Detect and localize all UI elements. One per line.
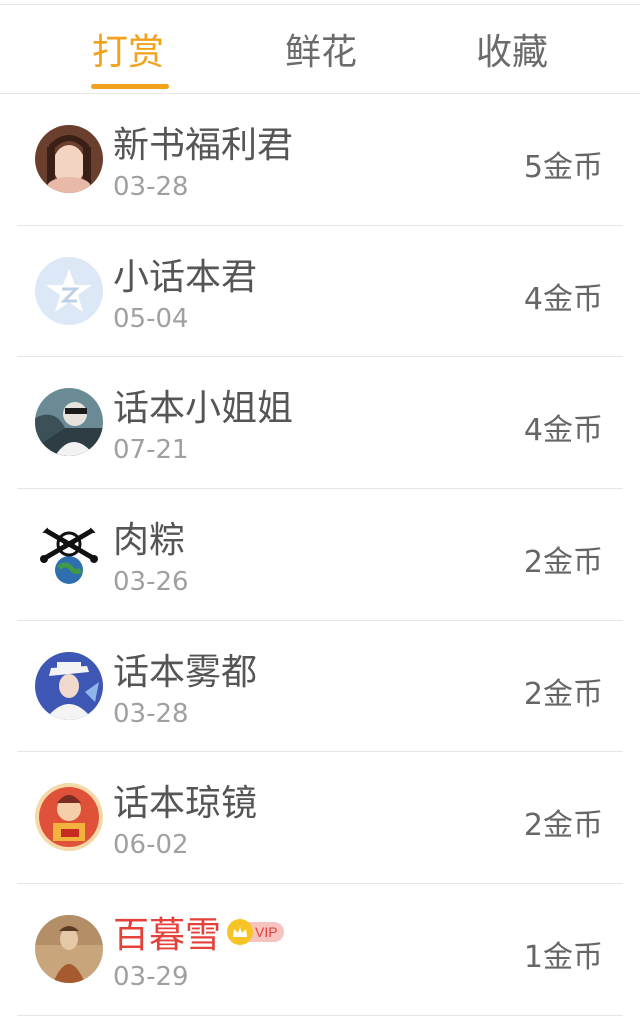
user-name: 话本琼镜 xyxy=(113,783,258,825)
coin-amount: 2金币 xyxy=(523,545,603,581)
tab-flowers-label: 鲜花 xyxy=(284,32,357,73)
qq-star-avatar-icon xyxy=(35,256,103,325)
avatar[interactable] xyxy=(35,125,103,193)
coin-amount: 2金币 xyxy=(523,676,603,712)
tab-favorites[interactable]: 收藏 xyxy=(427,5,640,93)
avatar[interactable] xyxy=(35,651,103,720)
reward-list: 新书福利君 03-28 5金币 小话本君 05-04 4金币 话本小姐姐 07-… xyxy=(0,94,640,1016)
avatar[interactable] xyxy=(35,783,103,852)
list-item[interactable]: 新书福利君 03-28 5金币 xyxy=(17,94,623,226)
painting-avatar-icon xyxy=(35,915,103,984)
girl-photo-avatar-icon xyxy=(35,125,103,193)
vip-badge: VIP xyxy=(227,919,284,946)
avatar[interactable] xyxy=(35,256,103,325)
user-name: 新书福利君 xyxy=(113,125,294,166)
crown-icon xyxy=(227,919,254,946)
car-photo-avatar-icon xyxy=(35,388,103,457)
user-name: 百暮雪 VIP xyxy=(113,906,284,958)
reward-date: 05-04 xyxy=(113,303,189,334)
tab-reward-label: 打赏 xyxy=(92,32,165,73)
user-name: 小话本君 xyxy=(113,256,258,298)
tab-flowers[interactable]: 鲜花 xyxy=(213,5,426,93)
anime-avatar-icon xyxy=(35,651,103,720)
list-item[interactable]: 话本琼镜 06-02 2金币 xyxy=(17,752,623,885)
list-item[interactable]: 肉粽 03-26 2金币 xyxy=(17,489,623,621)
list-item[interactable]: 百暮雪 VIP 03-29 1金币 xyxy=(17,884,623,1016)
reward-date: 03-26 xyxy=(113,567,189,598)
coin-amount: 4金币 xyxy=(523,413,603,449)
coin-amount: 4金币 xyxy=(523,281,603,317)
avatar[interactable] xyxy=(35,520,103,589)
reward-date: 03-28 xyxy=(113,172,189,202)
coin-amount: 2金币 xyxy=(523,808,603,844)
reward-date: 03-28 xyxy=(113,698,189,729)
user-name: 肉粽 xyxy=(113,520,186,562)
list-item[interactable]: 小话本君 05-04 4金币 xyxy=(17,226,623,358)
active-tab-indicator xyxy=(91,84,169,89)
vip-user-name: 百暮雪 xyxy=(113,915,222,957)
coin-amount: 1金币 xyxy=(523,940,603,976)
skull-globe-avatar-icon xyxy=(35,520,103,589)
list-item[interactable]: 话本小姐姐 07-21 4金币 xyxy=(17,357,623,490)
reward-date: 07-21 xyxy=(113,435,189,466)
red-cartoon-avatar-icon xyxy=(35,783,103,852)
user-name: 话本雾都 xyxy=(113,651,258,693)
avatar[interactable] xyxy=(35,915,103,984)
user-name: 话本小姐姐 xyxy=(113,388,294,430)
tab-bar: 打赏 鲜花 收藏 xyxy=(0,5,640,94)
reward-date: 06-02 xyxy=(113,830,189,861)
avatar[interactable] xyxy=(35,388,103,457)
coin-amount: 5金币 xyxy=(523,150,603,185)
tab-favorites-label: 收藏 xyxy=(475,32,548,73)
list-item[interactable]: 话本雾都 03-28 2金币 xyxy=(17,621,623,753)
tab-reward[interactable]: 打赏 xyxy=(0,5,213,93)
reward-date: 03-29 xyxy=(113,962,189,993)
